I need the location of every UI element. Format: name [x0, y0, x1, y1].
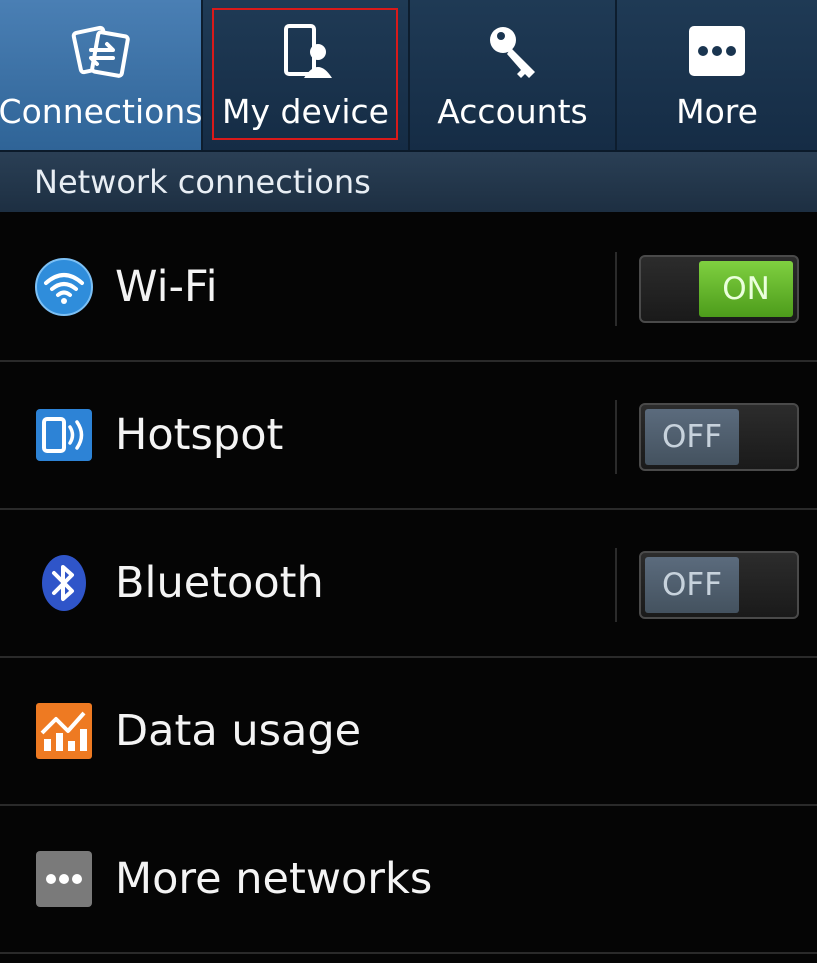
tab-my-device[interactable]: My device: [203, 0, 410, 150]
tab-bar: Connections My device Accounts More: [0, 0, 817, 152]
list-item-data-usage[interactable]: Data usage: [0, 658, 817, 806]
bluetooth-icon: [42, 555, 86, 611]
list-item-wifi[interactable]: Wi-Fi ON: [0, 214, 817, 362]
list-item-label: Bluetooth: [115, 558, 324, 608]
accounts-key-icon: [489, 27, 535, 78]
wifi-icon: [35, 258, 93, 316]
list-item-more-networks[interactable]: More networks: [0, 806, 817, 954]
section-header: Network connections: [0, 152, 817, 212]
tab-label: Accounts: [437, 92, 588, 131]
list-item-label: Data usage: [115, 706, 362, 756]
hotspot-icon: [36, 409, 92, 461]
list-item-bluetooth[interactable]: Bluetooth OFF: [0, 510, 817, 658]
tab-accounts[interactable]: Accounts: [410, 0, 617, 150]
bluetooth-toggle[interactable]: OFF: [639, 551, 799, 619]
more-networks-icon: [36, 851, 92, 907]
more-dots-icon: [689, 26, 745, 76]
divider: [615, 548, 617, 622]
tab-label: More: [676, 92, 758, 131]
tab-label: Connections: [0, 92, 203, 131]
divider: [615, 400, 617, 474]
toggle-state: OFF: [645, 557, 739, 613]
data-usage-icon: [36, 703, 92, 759]
list-item-label: Wi-Fi: [115, 262, 218, 312]
wifi-toggle[interactable]: ON: [639, 255, 799, 323]
toggle-state: ON: [699, 261, 793, 317]
connections-icon: [71, 25, 130, 78]
list-item-hotspot[interactable]: Hotspot OFF: [0, 362, 817, 510]
divider: [615, 252, 617, 326]
tab-label: My device: [222, 92, 389, 131]
my-device-icon: [283, 24, 332, 78]
tab-connections[interactable]: Connections: [0, 0, 203, 150]
tab-more[interactable]: More: [617, 0, 817, 150]
hotspot-toggle[interactable]: OFF: [639, 403, 799, 471]
list-item-label: More networks: [115, 854, 433, 904]
list-item-label: Hotspot: [115, 410, 284, 460]
toggle-state: OFF: [645, 409, 739, 465]
settings-list: Wi-Fi ON Hotspot OFF Bluetooth OFF Data …: [0, 214, 817, 954]
